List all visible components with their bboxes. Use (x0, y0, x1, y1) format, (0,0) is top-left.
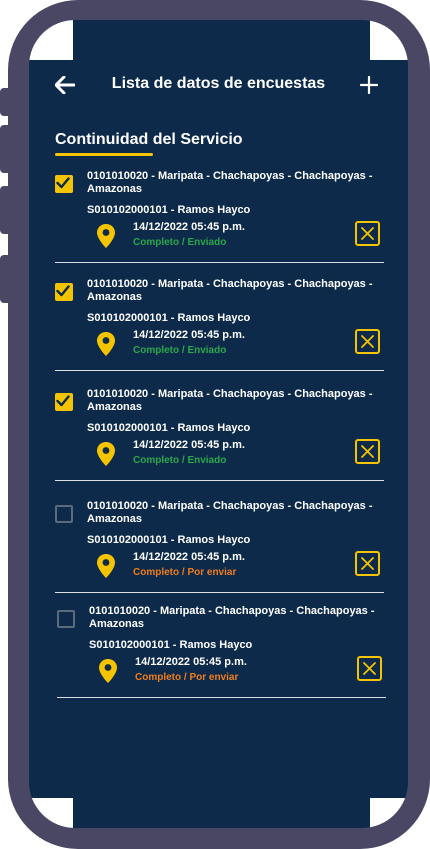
item-divider (55, 480, 384, 481)
top-left-corner-cutout (29, 20, 73, 60)
map-pin-icon[interactable] (96, 441, 116, 467)
delete-button[interactable] (357, 656, 382, 681)
item-code: S010102000101 - Ramos Hayco (87, 534, 251, 546)
item-date: 14/12/2022 05:45 p.m. (133, 551, 245, 563)
map-pin-icon[interactable] (96, 331, 116, 357)
item-date: 14/12/2022 05:45 p.m. (133, 329, 245, 341)
delete-button[interactable] (355, 439, 380, 464)
item-date: 14/12/2022 05:45 p.m. (135, 656, 247, 668)
section-title: Continuidad del Servicio (55, 131, 243, 148)
item-status: Completo / Enviado (133, 237, 227, 248)
plus-icon[interactable] (359, 75, 379, 95)
map-pin-icon[interactable] (96, 223, 116, 249)
item-status: Completo / Por enviar (133, 567, 237, 578)
item-date: 14/12/2022 05:45 p.m. (133, 221, 245, 233)
delete-button[interactable] (355, 329, 380, 354)
item-code: S010102000101 - Ramos Hayco (87, 312, 251, 324)
item-divider (55, 370, 384, 371)
item-divider (55, 262, 384, 263)
item-status: Completo / Enviado (133, 455, 227, 466)
map-pin-icon[interactable] (98, 658, 118, 684)
bottom-right-corner-cutout (370, 798, 408, 828)
checkbox-unchecked[interactable] (57, 610, 75, 628)
item-code: S010102000101 - Ramos Hayco (87, 204, 251, 216)
item-location: 0101010020 - Maripata - Chachapoyas - Ch… (87, 170, 373, 195)
delete-button[interactable] (355, 221, 380, 246)
delete-button[interactable] (355, 551, 380, 576)
checkbox-checked[interactable] (55, 175, 73, 193)
page-title: Lista de datos de encuestas (111, 75, 326, 92)
top-right-corner-cutout (370, 20, 408, 60)
item-location: 0101010020 - Maripata - Chachapoyas - Ch… (87, 388, 373, 413)
checkbox-checked[interactable] (55, 393, 73, 411)
section-title-underline (55, 153, 153, 156)
app-header: Lista de datos de encuestas (29, 60, 408, 110)
map-pin-icon[interactable] (96, 553, 116, 579)
bottom-left-corner-cutout (29, 798, 73, 828)
item-date: 14/12/2022 05:45 p.m. (133, 439, 245, 451)
app-screen: Lista de datos de encuestas Continuidad … (29, 20, 408, 828)
item-divider (55, 592, 384, 593)
item-code: S010102000101 - Ramos Hayco (87, 422, 251, 434)
item-location: 0101010020 - Maripata - Chachapoyas - Ch… (87, 500, 373, 525)
checkbox-checked[interactable] (55, 283, 73, 301)
item-location: 0101010020 - Maripata - Chachapoyas - Ch… (89, 605, 375, 630)
checkbox-unchecked[interactable] (55, 505, 73, 523)
item-status: Completo / Por enviar (135, 672, 239, 683)
item-location: 0101010020 - Maripata - Chachapoyas - Ch… (87, 278, 373, 303)
item-status: Completo / Enviado (133, 345, 227, 356)
item-code: S010102000101 - Ramos Hayco (89, 639, 253, 651)
item-divider (57, 697, 386, 698)
